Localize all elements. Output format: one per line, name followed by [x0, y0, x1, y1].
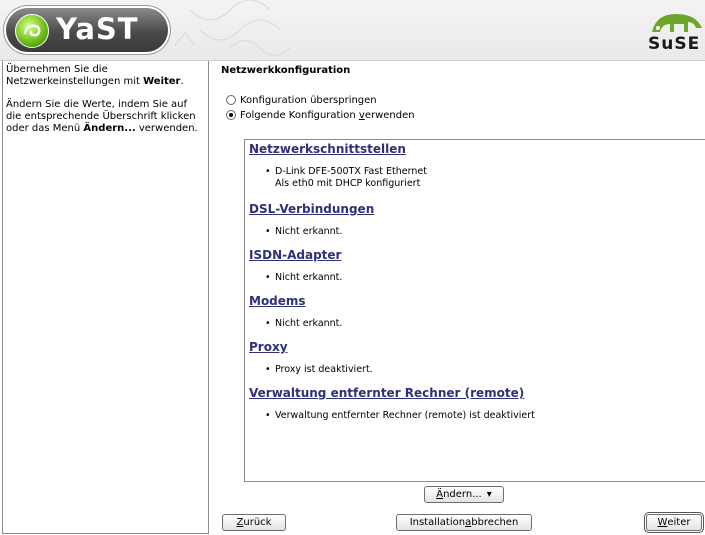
heading-network-interfaces[interactable]: Netzwerkschnittstellen — [249, 142, 406, 156]
heading-proxy[interactable]: Proxy — [249, 340, 288, 354]
dropdown-arrow-icon: ▾ — [486, 489, 492, 500]
list-item-text: Als eth0 mit DHCP konfiguriert — [275, 178, 421, 189]
radio-use-indicator[interactable] — [226, 110, 236, 120]
abort-installation-button[interactable]: Installation a bbrechen — [396, 514, 532, 531]
change-menu-button[interactable]: Ändern... ▾ — [424, 486, 504, 503]
bullet-icon: • — [265, 272, 271, 283]
yast-logo-text: YaST — [56, 12, 139, 46]
list-item: • Proxy ist deaktiviert. — [265, 364, 373, 376]
list-item: • Verwaltung entfernter Rechner (remote) … — [265, 410, 535, 422]
list-item-text: Nicht erkannt. — [275, 226, 343, 237]
main-content: Netzwerkkonfiguration Konfiguration über… — [212, 61, 705, 535]
yast-logo: YaST — [6, 8, 168, 52]
page-title: Netzwerkkonfiguration — [221, 65, 351, 76]
change-button-label: ndern... — [443, 489, 482, 500]
abort-button-label: bbrechen — [471, 517, 519, 528]
help-text: . — [180, 76, 184, 87]
radio-skip-indicator[interactable] — [226, 95, 236, 105]
help-panel: Übernehmen Sie die Netzwerkeinstellungen… — [2, 61, 209, 534]
help-paragraph-2: Ändern Sie die Werte, indem Sie auf die … — [3, 96, 208, 135]
help-text: Übernehmen Sie die Netzwerkeinstellungen… — [6, 64, 144, 87]
bullet-icon: • — [265, 166, 271, 177]
header-banner: YaST SuSE — [0, 0, 705, 61]
list-item-text: D-Link DFE-500TX Fast Ethernet — [275, 166, 427, 177]
help-text: verwenden. — [135, 123, 198, 134]
abort-button-label: Installation — [409, 517, 466, 528]
list-item: • Nicht erkannt. — [265, 318, 342, 330]
radio-use-label-part: Folgende Konfiguration — [240, 109, 359, 121]
bullet-icon: • — [265, 410, 271, 421]
back-button[interactable]: Zurück — [222, 514, 286, 531]
radio-use-label: Folgende Konfiguration verwenden — [240, 110, 415, 121]
heading-remote-administration[interactable]: Verwaltung entfernter Rechner (remote) — [249, 386, 524, 400]
heading-dsl-connections[interactable]: DSL-Verbindungen — [249, 202, 374, 216]
help-paragraph-1: Übernehmen Sie die Netzwerkeinstellungen… — [3, 61, 208, 88]
suse-logo-text: SuSE — [648, 34, 701, 54]
list-item-text: Nicht erkannt. — [275, 318, 343, 329]
list-item-text: Proxy ist deaktiviert. — [275, 364, 373, 375]
bullet-icon: • — [265, 318, 271, 329]
bullet-icon: • — [265, 364, 271, 375]
list-item: • Nicht erkannt. — [265, 226, 342, 238]
heading-modems[interactable]: Modems — [249, 294, 306, 308]
configuration-summary: Netzwerkschnittstellen • D-Link DFE-500TX… — [244, 139, 705, 482]
list-item: • D-Link DFE-500TX Fast Ethernet — [265, 166, 427, 178]
list-item-text: Verwaltung entfernter Rechner (remote) i… — [275, 410, 535, 421]
list-item: Als eth0 mit DHCP konfiguriert — [275, 178, 420, 190]
back-button-accel: Z — [236, 517, 244, 528]
suse-logo: SuSE — [646, 8, 705, 56]
radio-skip-label: Konfiguration überspringen — [240, 94, 377, 106]
bullet-icon: • — [265, 226, 271, 237]
list-item: • Nicht erkannt. — [265, 272, 342, 284]
radio-skip-configuration[interactable]: Konfiguration überspringen — [226, 93, 377, 107]
list-item-text: Nicht erkannt. — [275, 272, 343, 283]
radio-use-label-part: erwenden — [364, 109, 415, 121]
help-bold-text: Ändern... — [83, 123, 136, 134]
change-button-accel: Ä — [436, 489, 444, 500]
chameleon-ball-icon — [15, 14, 49, 48]
next-button[interactable]: Weiter — [646, 514, 702, 531]
radio-use-configuration[interactable]: Folgende Konfiguration verwenden — [226, 108, 415, 122]
back-button-label: urück — [243, 517, 272, 528]
help-bold-text: Weiter — [143, 76, 181, 87]
next-button-accel: W — [657, 517, 668, 528]
next-button-label: eiter — [667, 517, 691, 528]
heading-isdn-adapter[interactable]: ISDN-Adapter — [249, 248, 341, 262]
